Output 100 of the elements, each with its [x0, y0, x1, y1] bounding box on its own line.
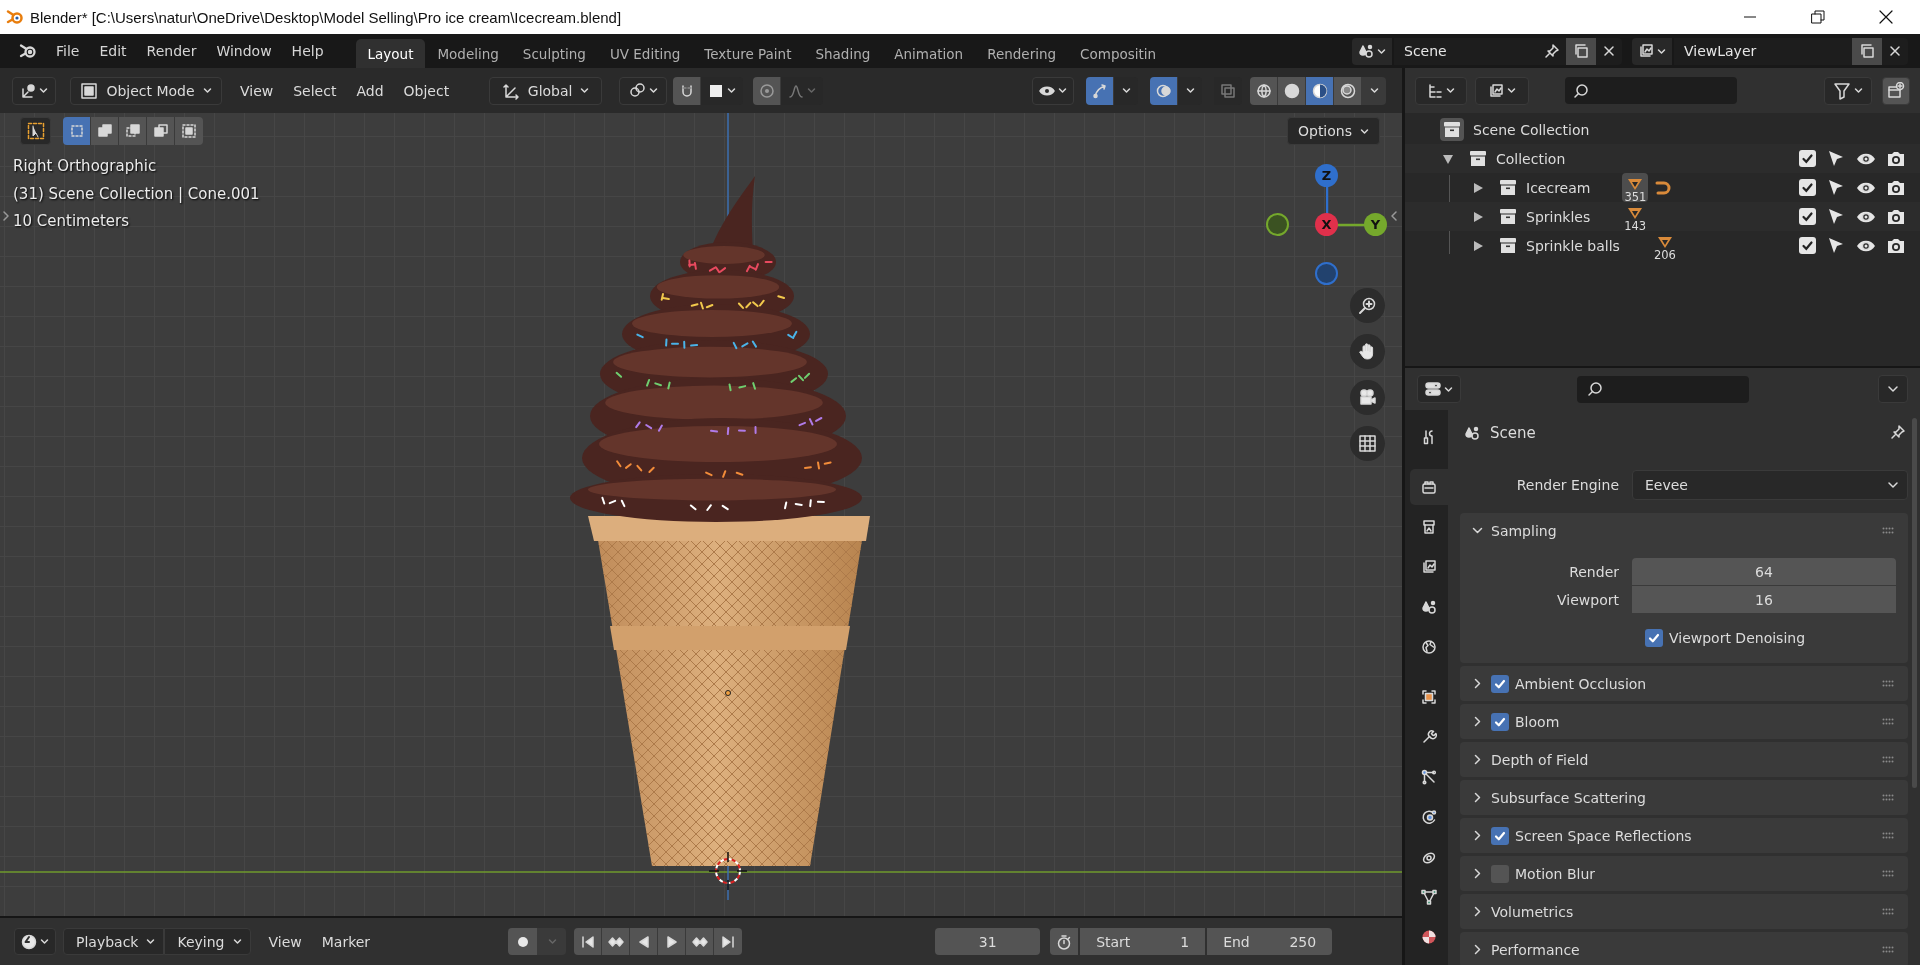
- editor-type-button[interactable]: [12, 76, 56, 105]
- checkbox[interactable]: [1491, 712, 1509, 731]
- preview-range-button[interactable]: [1050, 928, 1079, 955]
- axis-ball[interactable]: X: [1315, 213, 1338, 236]
- playback-button[interactable]: [658, 928, 687, 955]
- chevron-icon[interactable]: [1472, 525, 1483, 536]
- duplicate-button[interactable]: [1566, 37, 1596, 65]
- axis-ball[interactable]: Z: [1315, 164, 1338, 187]
- number-field[interactable]: 64: [1632, 558, 1896, 586]
- scene-type-button[interactable]: [1352, 37, 1392, 65]
- shading-button[interactable]: [1306, 76, 1334, 105]
- playback-button[interactable]: [630, 928, 659, 955]
- playback-button[interactable]: [714, 928, 743, 955]
- menu-item[interactable]: View: [230, 77, 284, 104]
- select-mode-button[interactable]: [147, 117, 175, 145]
- menu-item[interactable]: Select: [283, 77, 347, 104]
- workspace-tab[interactable]: Layout: [355, 39, 426, 68]
- workspace-tab[interactable]: Animation: [882, 39, 976, 68]
- end-frame-field[interactable]: End 250: [1207, 928, 1333, 955]
- menu-item[interactable]: Add: [346, 77, 394, 104]
- menu-item[interactable]: Marker: [311, 928, 381, 955]
- duplicate-button[interactable]: [1852, 37, 1882, 65]
- mesh-data-button[interactable]: 206: [1651, 231, 1678, 260]
- collection-button[interactable]: [1440, 118, 1464, 141]
- menu-item[interactable]: Edit: [89, 38, 137, 64]
- options-dropdown[interactable]: Options: [1286, 117, 1380, 145]
- workspace-tab[interactable]: Shading: [803, 39, 883, 68]
- proportional-toggle[interactable]: [753, 76, 782, 105]
- mesh-data-button[interactable]: 143: [1622, 202, 1649, 231]
- view-layer-name-field[interactable]: ViewLayer: [1674, 37, 1852, 65]
- chevron-icon[interactable]: [1390, 210, 1398, 222]
- start-frame-field[interactable]: Start 1: [1080, 928, 1206, 955]
- gizmo-toggle[interactable]: [1086, 76, 1114, 105]
- chevron-icon[interactable]: [2, 210, 10, 222]
- playback-button[interactable]: [574, 928, 603, 955]
- chevron-icon[interactable]: [1472, 830, 1483, 841]
- menu-item[interactable]: Render: [136, 38, 207, 64]
- pan-button[interactable]: [1350, 334, 1385, 369]
- panel-title[interactable]: Sampling: [1491, 522, 1557, 539]
- panel-title[interactable]: Motion Blur: [1515, 865, 1596, 882]
- select-box-tool[interactable]: [20, 117, 51, 145]
- checkbox[interactable]: [1491, 864, 1509, 883]
- panel-title[interactable]: Screen Space Reflections: [1515, 827, 1692, 844]
- menu-item[interactable]: Help: [281, 38, 334, 64]
- panel-title[interactable]: Volumetrics: [1491, 903, 1574, 920]
- chevron-icon[interactable]: [1472, 754, 1483, 765]
- chevron-icon[interactable]: [1472, 944, 1483, 955]
- editor-type-button[interactable]: [1417, 375, 1461, 403]
- menu-item[interactable]: Object: [393, 77, 460, 104]
- workspace-tab[interactable]: UV Editing: [597, 39, 693, 68]
- checkbox[interactable]: [1645, 629, 1663, 647]
- pin-button[interactable]: [1538, 37, 1566, 65]
- playback-button[interactable]: [602, 928, 631, 955]
- orientation-dropdown[interactable]: Global: [489, 76, 603, 105]
- render-engine-dropdown[interactable]: Eevee: [1632, 470, 1908, 500]
- editor-type-button[interactable]: [14, 928, 56, 955]
- overlay-toggle[interactable]: [1150, 76, 1178, 105]
- chevron-icon[interactable]: [1472, 792, 1483, 803]
- select-mode-button[interactable]: [119, 117, 147, 145]
- panel-title[interactable]: Subsurface Scattering: [1491, 789, 1646, 806]
- outliner-item[interactable]: Icecream: [1526, 179, 1591, 196]
- mesh-data-button[interactable]: 351: [1622, 173, 1649, 202]
- chevron-icon[interactable]: [1472, 716, 1483, 727]
- menu-item[interactable]: File: [46, 38, 90, 64]
- checkbox[interactable]: [1799, 237, 1816, 254]
- checkbox[interactable]: [1799, 150, 1816, 167]
- options-dropdown[interactable]: [1878, 375, 1908, 403]
- axis-ball[interactable]: [1266, 213, 1289, 236]
- unlink-button[interactable]: [1882, 37, 1908, 65]
- search-field[interactable]: [1577, 375, 1749, 403]
- checkbox[interactable]: [1799, 179, 1816, 196]
- number-field[interactable]: 16: [1632, 586, 1896, 614]
- panel-title[interactable]: Depth of Field: [1491, 751, 1589, 768]
- grid-view-button[interactable]: [1350, 426, 1385, 461]
- camera-view-button[interactable]: [1350, 380, 1385, 415]
- checkbox[interactable]: [1799, 208, 1816, 225]
- shading-button[interactable]: [1278, 76, 1306, 105]
- select-mode-button[interactable]: [175, 117, 203, 145]
- axis-ball[interactable]: Y: [1364, 213, 1387, 236]
- panel-title[interactable]: Bloom: [1515, 713, 1560, 730]
- chevron-icon[interactable]: [1472, 906, 1483, 917]
- expand-arrow-icon[interactable]: [1471, 180, 1485, 195]
- playback-button[interactable]: [686, 928, 715, 955]
- select-mode-button[interactable]: [91, 117, 119, 145]
- mode-dropdown[interactable]: Object Mode: [70, 76, 222, 105]
- outliner-item[interactable]: Sprinkles: [1526, 208, 1591, 225]
- workspace-tab[interactable]: Sculpting: [510, 39, 598, 68]
- zoom-button[interactable]: [1350, 288, 1385, 323]
- new-collection-button[interactable]: [1882, 76, 1910, 105]
- workspace-tab[interactable]: Modeling: [425, 39, 511, 68]
- filter-dropdown[interactable]: [1824, 76, 1872, 105]
- current-frame-field[interactable]: 31: [935, 928, 1041, 955]
- scene-name-field[interactable]: Scene: [1394, 37, 1538, 65]
- outliner-item[interactable]: Scene Collection: [1473, 121, 1590, 138]
- chevron-icon[interactable]: [1472, 678, 1483, 689]
- checkbox-label[interactable]: Viewport Denoising: [1669, 630, 1806, 646]
- workspace-tab[interactable]: Texture Paint: [692, 39, 804, 68]
- snap-toggle[interactable]: [673, 76, 702, 105]
- checkbox[interactable]: [1491, 674, 1509, 693]
- view-layer-filter-button[interactable]: [1475, 76, 1529, 105]
